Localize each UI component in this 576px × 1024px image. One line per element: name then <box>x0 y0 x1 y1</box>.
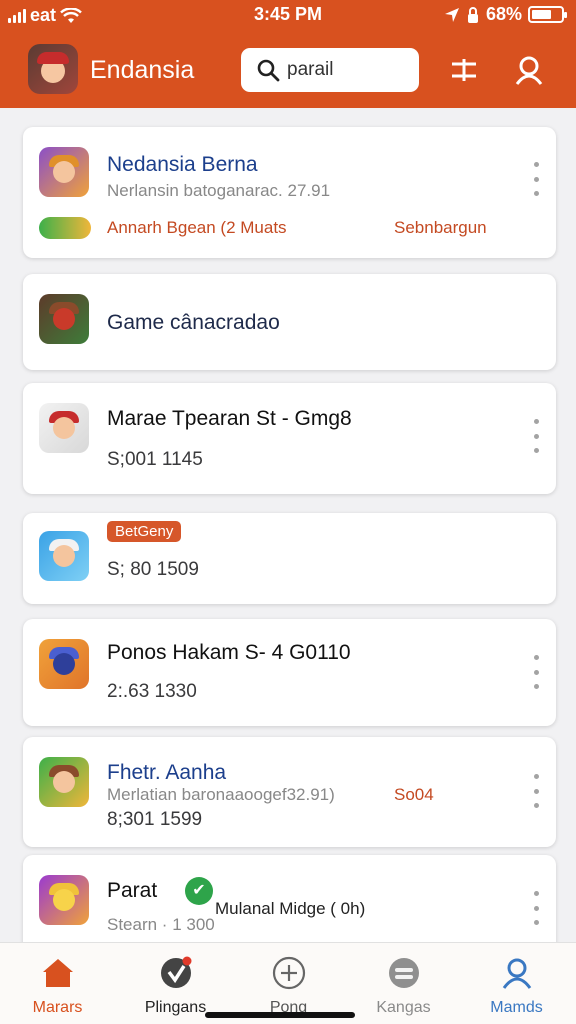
nav-item-mamds[interactable]: Mamds <box>459 943 574 1024</box>
more-options-icon[interactable] <box>532 419 540 453</box>
battery-fill <box>532 10 551 19</box>
category-tag: BetGeny <box>107 521 182 542</box>
app-title: Endansia <box>90 56 195 84</box>
more-options-icon[interactable] <box>532 891 540 925</box>
list-item[interactable]: BetGeny S; 80 1509 <box>23 513 556 604</box>
list-item[interactable]: Parat ✔ Mulanal Midge ( 0h) Stearn · 1 3… <box>23 855 556 955</box>
search-input[interactable] <box>287 56 409 84</box>
filter-icon <box>452 59 476 81</box>
profile-button[interactable] <box>509 50 549 90</box>
list-item[interactable]: Fhetr. Aanha Merlatian baronaaoogef32.91… <box>23 737 556 847</box>
item-title: Ponos Hakam S- 4 G0110 <box>107 641 351 664</box>
game-thumb-icon <box>39 639 89 689</box>
item-subtitle: Merlatian baronaaoogef32.91) <box>107 785 335 804</box>
nav-label: Kangas <box>376 999 431 1016</box>
search-icon <box>257 59 280 82</box>
list-item[interactable]: Game cânacradao <box>23 274 556 370</box>
status-right: 68% <box>444 4 567 25</box>
nav-label: Marars <box>32 999 83 1016</box>
shield-icon <box>158 955 194 991</box>
item-title: Fhetr. Aanha <box>107 761 227 784</box>
location-icon <box>444 7 459 22</box>
home-indicator[interactable] <box>205 1012 355 1018</box>
verified-check-icon: ✔ <box>185 877 213 905</box>
more-options-icon[interactable] <box>532 774 540 808</box>
item-title: Nedansia Berna <box>107 153 258 176</box>
item-promo-right[interactable]: Sebnbargun <box>394 218 487 238</box>
game-thumb-icon <box>39 147 89 197</box>
logo-hat <box>37 52 69 64</box>
profile-icon <box>515 56 543 85</box>
list-item[interactable]: Marae Tpearan St - Gmg8 S;001 1145 <box>23 383 556 494</box>
lock-rotation-icon <box>467 6 478 23</box>
item-subtitle: Nerlansin batoganarac. 27.91 <box>107 181 331 200</box>
item-title: Game cânacradao <box>107 311 280 334</box>
coin-badge-icon <box>39 217 91 239</box>
plus-circle-icon <box>271 955 307 991</box>
game-thumb-icon <box>39 757 89 807</box>
item-price: S;001 1145 <box>107 449 203 470</box>
item-price: S; 80 1509 <box>107 559 199 580</box>
nav-item-home[interactable]: Marars <box>0 943 115 1024</box>
more-options-icon[interactable] <box>532 162 540 196</box>
search-bar[interactable] <box>241 48 419 92</box>
battery-percent: 68% <box>485 4 522 24</box>
app-header: eat 3:45 PM 68% Endansia <box>0 0 576 108</box>
nav-label: Mamds <box>490 999 543 1016</box>
game-logo[interactable] <box>28 44 78 94</box>
item-sub: Stearn · 1 300 <box>107 915 215 934</box>
game-thumb-icon <box>39 531 89 581</box>
game-thumb-icon <box>39 403 89 453</box>
status-bar: eat 3:45 PM 68% <box>0 0 576 30</box>
more-options-icon[interactable] <box>532 655 540 689</box>
gamepad-icon <box>386 955 422 991</box>
item-subtitle-right: Mulanal Midge ( 0h) <box>215 899 366 918</box>
nav-item-kangas[interactable]: Kangas <box>346 943 461 1024</box>
item-price: 2:.63 1330 <box>107 681 197 702</box>
game-thumb-icon <box>39 875 89 925</box>
game-thumb-icon <box>39 294 89 344</box>
list-item[interactable]: Ponos Hakam S- 4 G0110 2:.63 1330 <box>23 619 556 726</box>
item-title: Marae Tpearan St - Gmg8 <box>107 407 352 430</box>
item-promo: Annarh Bgean (2 Muats <box>107 218 287 237</box>
battery-icon <box>528 6 567 23</box>
list-item[interactable]: Nedansia Berna Nerlansin batoganarac. 27… <box>23 127 556 258</box>
item-tag-right: So04 <box>394 785 434 804</box>
profile-icon <box>499 955 535 991</box>
home-icon <box>40 955 76 991</box>
item-price: 8;301 1599 <box>107 809 203 830</box>
filter-button[interactable] <box>444 50 484 90</box>
item-title: Parat <box>107 879 158 902</box>
